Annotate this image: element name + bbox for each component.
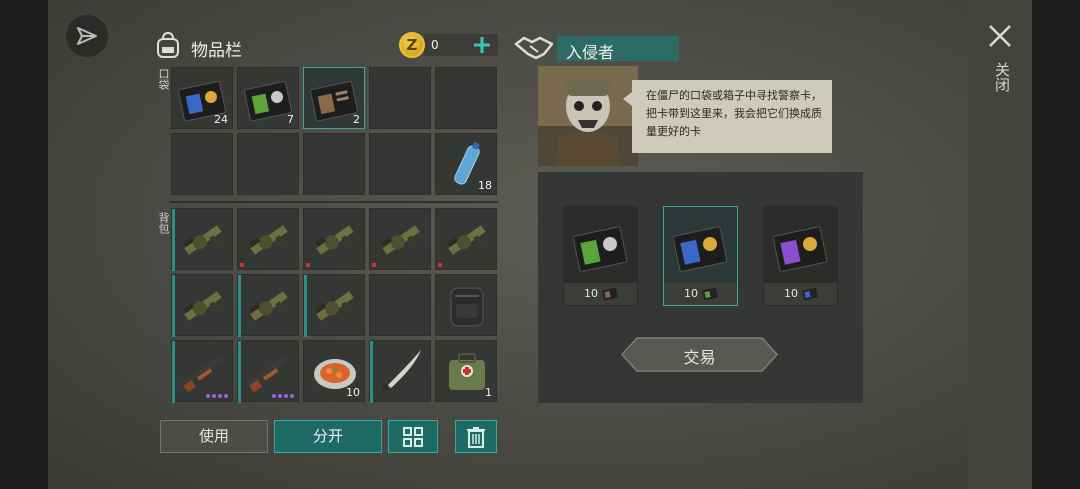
grenade-launcher-icon — [249, 225, 288, 255]
grenade-launcher-icon — [183, 291, 222, 321]
trade-offer[interactable]: 10 — [563, 206, 638, 306]
backpack-icon — [157, 31, 179, 58]
trader-name: 入侵者 — [566, 43, 615, 62]
damage-indicator — [438, 263, 442, 267]
pocket-slot-empty[interactable] — [369, 67, 431, 129]
send-arrow-icon — [77, 27, 97, 45]
tactical-backpack-icon — [450, 287, 484, 327]
shotgun-icon — [247, 356, 288, 393]
trade-offer-selected[interactable]: 10 — [663, 206, 738, 306]
grid-sort-icon — [403, 427, 423, 447]
rarity-dots — [272, 394, 294, 398]
backpack-slot[interactable] — [171, 208, 233, 271]
pocket-slot-empty[interactable] — [171, 133, 233, 195]
backpack-slot[interactable]: 10 — [303, 340, 365, 402]
shotgun-icon — [181, 356, 222, 393]
sort-button[interactable] — [388, 420, 438, 453]
coin-count: 0 — [431, 38, 439, 52]
pocket-slot-selected[interactable]: 2 — [303, 67, 365, 129]
police-card-blue-cost-icon — [802, 288, 818, 300]
backpack-slot[interactable] — [237, 274, 299, 337]
add-coins-button[interactable] — [470, 34, 494, 56]
backpack-label: 背包 — [157, 212, 170, 234]
grenade-launcher-icon — [315, 225, 354, 255]
section-divider — [170, 201, 498, 203]
offer-price: 10 — [664, 283, 737, 305]
back-button[interactable] — [66, 15, 108, 57]
backpack-slot[interactable] — [369, 208, 431, 270]
damage-indicator — [306, 263, 310, 267]
grenade-launcher-icon — [381, 225, 420, 255]
pocket-slot-empty[interactable] — [369, 133, 431, 195]
damage-indicator — [372, 263, 376, 267]
pocket-label: 口袋 — [157, 68, 170, 90]
police-card-purple-icon — [772, 226, 828, 272]
trader-portrait — [538, 66, 638, 166]
close-label[interactable]: 关闭 — [988, 62, 1011, 92]
backpack-slot[interactable]: 1 — [435, 340, 497, 402]
police-card-green-cost-icon — [702, 288, 718, 300]
backpack-slot-empty[interactable] — [369, 274, 431, 336]
rarity-dots — [206, 394, 228, 398]
backpack-slot[interactable] — [303, 274, 365, 337]
backpack-slot[interactable] — [435, 208, 497, 270]
trash-icon — [467, 427, 485, 448]
pocket-slot-empty[interactable] — [237, 133, 299, 195]
split-button[interactable]: 分开 — [274, 420, 382, 453]
backpack-slot[interactable] — [303, 208, 365, 270]
pocket-slot[interactable]: 24 — [171, 67, 233, 129]
offer-price: 10 — [564, 283, 637, 305]
grenade-launcher-icon — [249, 291, 288, 321]
inventory-title: 物品栏 — [191, 41, 242, 61]
backpack-slot[interactable] — [435, 274, 497, 336]
police-card-green-icon — [572, 226, 628, 272]
grenade-launcher-icon — [183, 225, 222, 255]
police-card-brown-cost-icon — [602, 288, 618, 300]
grenade-launcher-icon — [447, 225, 486, 255]
offer-price: 10 — [764, 283, 837, 305]
trade-offer[interactable]: 10 — [763, 206, 838, 306]
pocket-slot[interactable]: 18 — [435, 133, 497, 195]
damage-indicator — [240, 263, 244, 267]
backpack-slot[interactable] — [171, 340, 233, 403]
backpack-slot[interactable] — [171, 274, 233, 337]
backpack-slot[interactable] — [369, 340, 431, 403]
close-icon[interactable] — [986, 22, 1014, 50]
handshake-icon — [514, 36, 554, 60]
police-card-blue-icon — [672, 226, 728, 272]
trader-dialog: 在僵尸的口袋或箱子中寻找警察卡，把卡带到这里来，我会把它们换成质量更好的卡 — [623, 80, 832, 153]
pocket-slot-empty[interactable] — [303, 133, 365, 195]
backpack-slot[interactable] — [237, 340, 299, 403]
grenade-launcher-icon — [315, 291, 354, 321]
pocket-slot-empty[interactable] — [435, 67, 497, 129]
use-button[interactable]: 使用 — [160, 420, 268, 453]
coin-icon: Z — [399, 32, 425, 58]
delete-button[interactable] — [455, 420, 497, 453]
pocket-slot[interactable]: 7 — [237, 67, 299, 129]
backpack-slot[interactable] — [237, 208, 299, 270]
machete-icon — [380, 350, 421, 393]
trade-button-label[interactable]: 交易 — [621, 344, 778, 368]
